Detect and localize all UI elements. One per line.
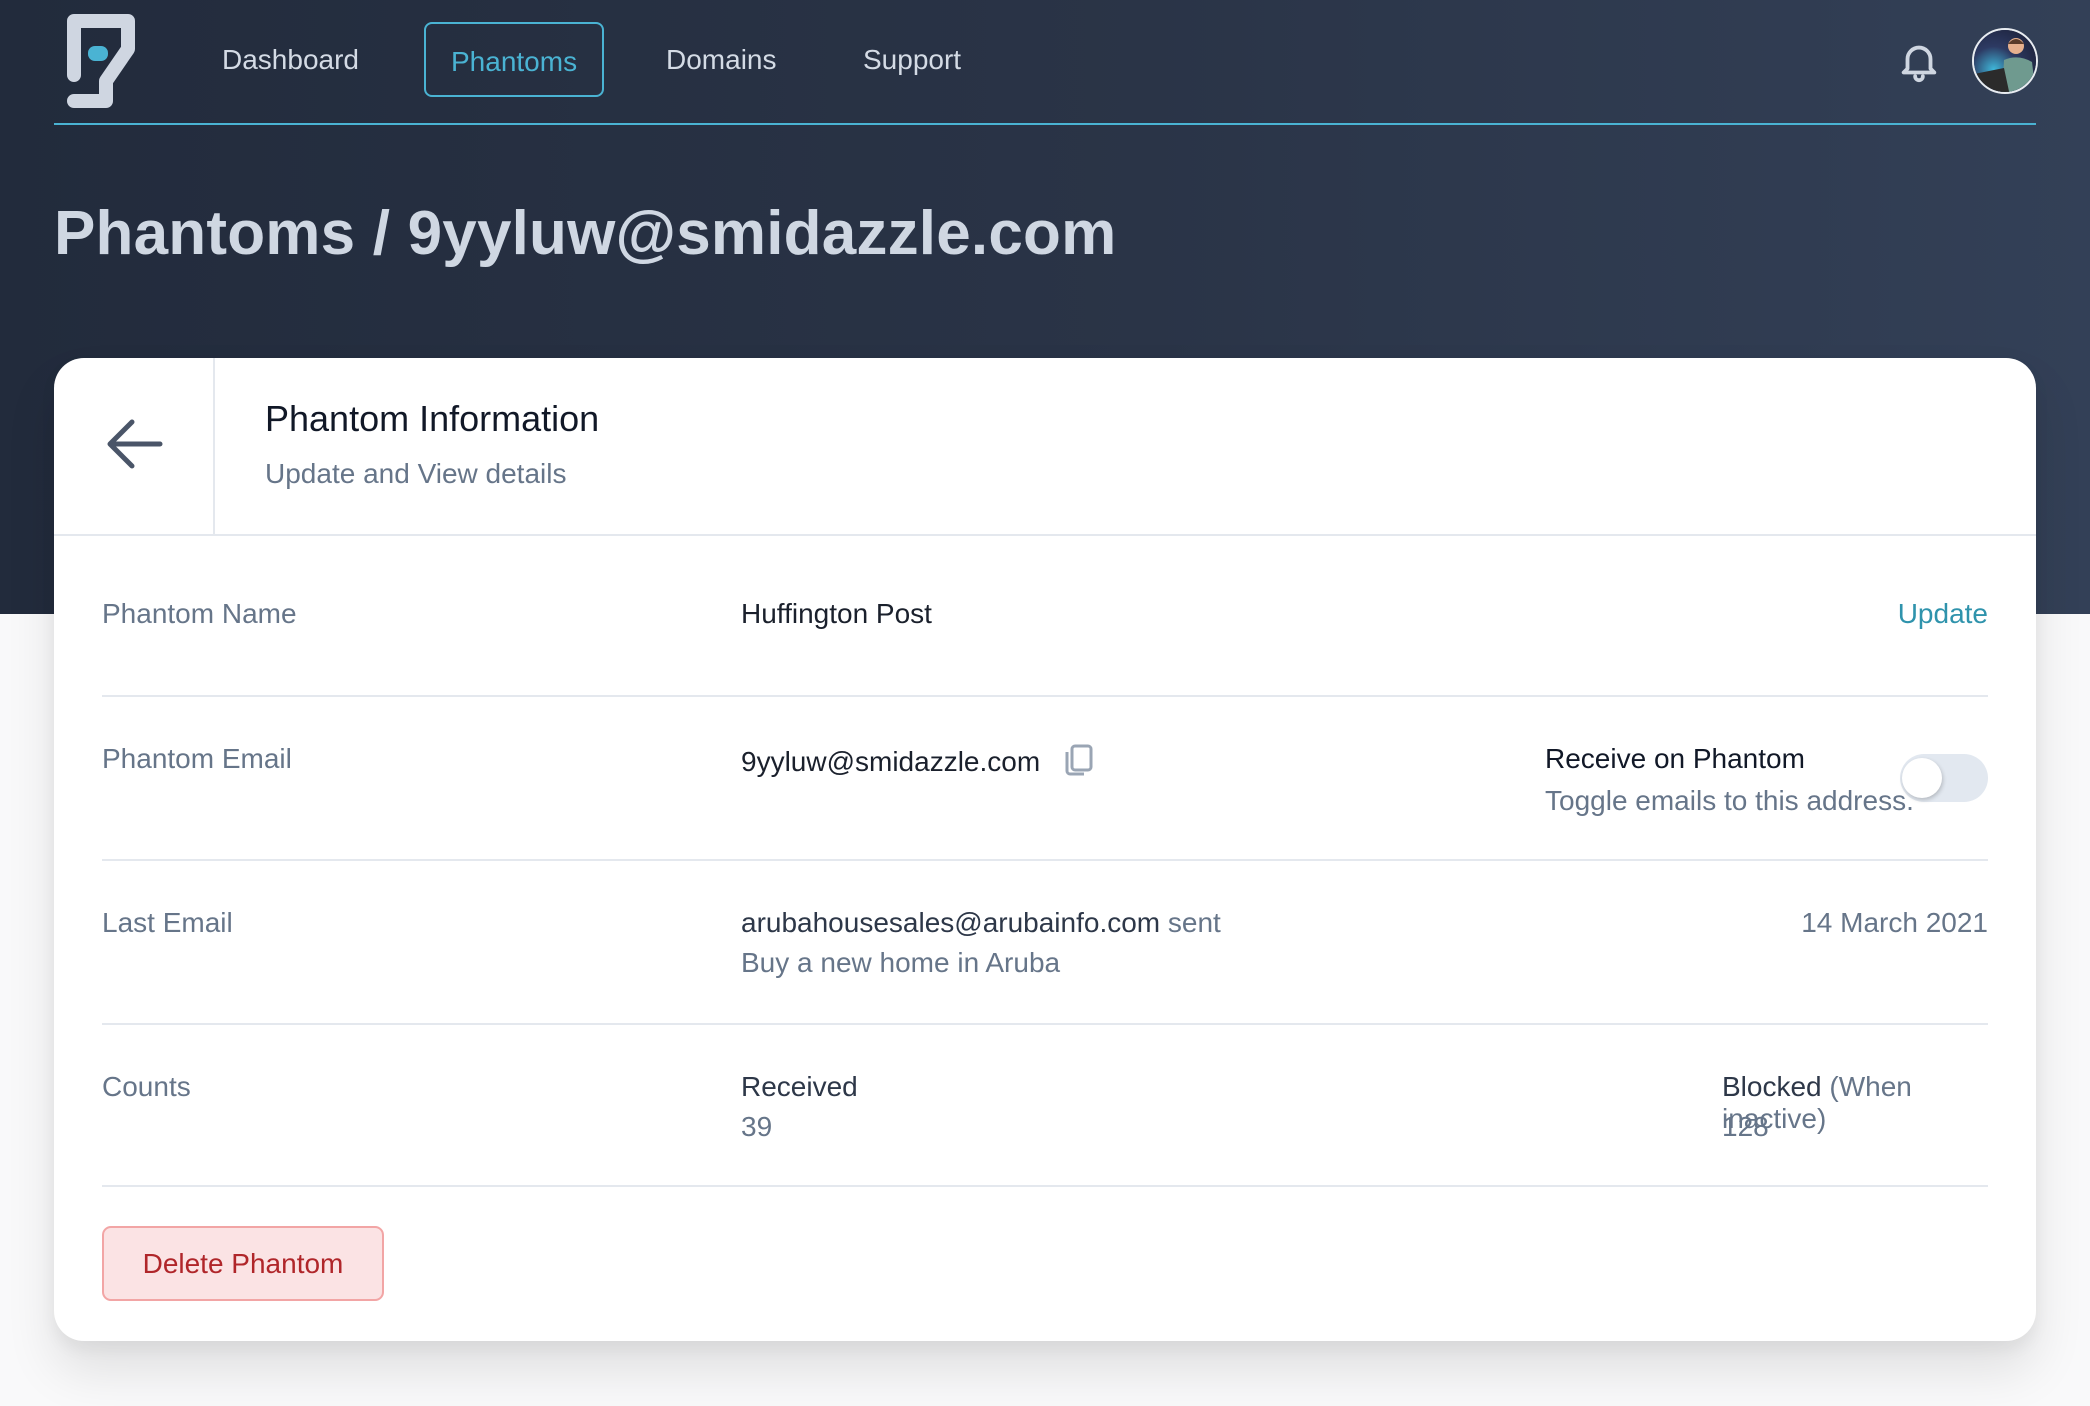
toggle-knob <box>1902 758 1942 798</box>
card-title: Phantom Information <box>265 398 600 439</box>
last-email-sender-line: arubahousesales@arubainfo.com sent <box>741 907 1221 939</box>
update-link[interactable]: Update <box>1898 598 1988 630</box>
receive-toggle-description: Toggle emails to this address. <box>1545 785 1914 816</box>
delete-phantom-button[interactable]: Delete Phantom <box>102 1226 384 1301</box>
back-button[interactable] <box>54 358 215 534</box>
last-email-sender: arubahousesales@arubainfo.com <box>741 907 1161 938</box>
last-email-sent-word: sent <box>1167 907 1221 938</box>
arrow-left-icon <box>107 419 163 469</box>
card-subtitle: Update and View details <box>265 458 567 489</box>
receive-toggle-title: Receive on Phantom <box>1545 743 1805 774</box>
last-email-date: 14 March 2021 <box>1801 907 1988 938</box>
counts-label: Counts <box>102 1071 191 1102</box>
nav-phantoms[interactable]: Phantoms <box>424 22 605 97</box>
top-navigation: Dashboard Phantoms Domains Support <box>54 0 2038 125</box>
receive-on-phantom-toggle[interactable] <box>1900 754 1988 802</box>
copy-icon[interactable] <box>1062 743 1094 784</box>
phantom-email-text: 9yyluw@smidazzle.com <box>741 746 1041 777</box>
blocked-label: Blocked <box>1722 1071 1822 1102</box>
nav-domains[interactable]: Domains <box>666 22 776 97</box>
received-count: 39 <box>741 1111 773 1142</box>
nav-dashboard[interactable]: Dashboard <box>222 22 359 97</box>
phantom-email-label: Phantom Email <box>102 743 292 774</box>
row-phantom-name: Phantom Name Huffington Post Update <box>102 538 1988 697</box>
nav-support[interactable]: Support <box>863 22 961 97</box>
phantom-logo[interactable] <box>64 13 136 109</box>
row-phantom-email: Phantom Email 9yyluw@smidazzle.com Recei… <box>102 699 1988 861</box>
page-title: Phantoms / 9yyluw@smidazzle.com <box>54 199 1117 268</box>
user-avatar[interactable] <box>1972 28 2038 94</box>
phantom-info-card: Phantom Information Update and View deta… <box>54 358 2036 1341</box>
row-last-email: Last Email arubahousesales@arubainfo.com… <box>102 863 1988 1025</box>
phantom-name-label: Phantom Name <box>102 598 297 629</box>
card-header: Phantom Information Update and View deta… <box>54 358 2036 536</box>
phantom-email-value: 9yyluw@smidazzle.com <box>741 743 1094 784</box>
row-counts: Counts Received 39 Blocked (When inactiv… <box>102 1027 1988 1187</box>
last-email-label: Last Email <box>102 907 233 938</box>
blocked-count: 128 <box>1722 1111 1769 1142</box>
last-email-subject: Buy a new home in Aruba <box>741 947 1061 978</box>
phantom-name-value: Huffington Post <box>741 598 932 629</box>
bell-icon[interactable] <box>1896 38 1942 84</box>
received-label: Received <box>741 1071 858 1102</box>
